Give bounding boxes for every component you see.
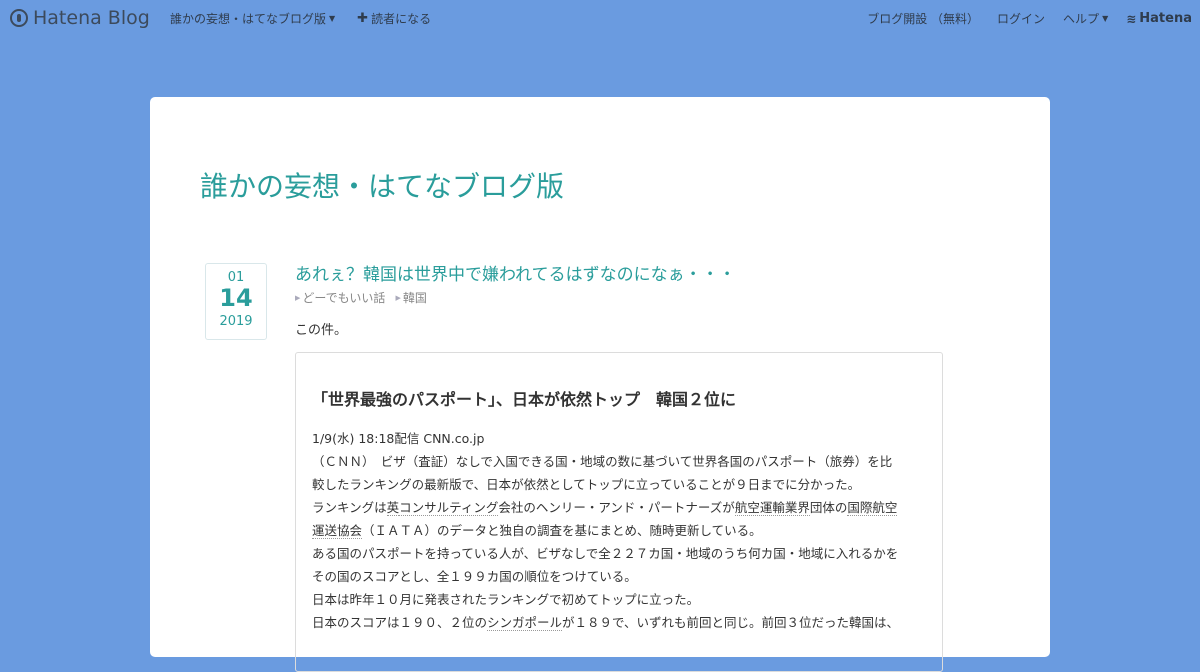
keyword-link[interactable]: コンサルティング	[399, 500, 499, 516]
category-link[interactable]: ▶ 韓国	[395, 289, 426, 306]
blog-content-card: 誰かの妄想・はてなブログ版 01 14 2019 あれぇ？韓国は世界中で嫌われて…	[150, 97, 1050, 672]
login-label: ログイン	[997, 12, 1046, 26]
quote-meta: 1/9(水) 18:18配信 CNN.co.jp	[312, 431, 485, 446]
quote-text: （ＩＡＴＡ）のデータと独自の調査を基にまとめ、随時更新している。	[362, 523, 762, 538]
plus-icon: ✚	[357, 11, 369, 26]
entry-categories: ▶ どーでもいい話 ▶ 韓国	[295, 289, 427, 306]
blog-title[interactable]: 誰かの妄想・はてなブログ版	[200, 165, 564, 205]
quote-line: 日本は昨年１０月に発表されたランキングで初めてトップに立った。	[312, 592, 700, 607]
subscribe-button[interactable]: ✚ 読者になる	[357, 10, 431, 27]
quote-line: 運送協会（ＩＡＴＡ）のデータと独自の調査を基にまとめ、随時更新している。	[312, 519, 926, 542]
entry-date-month: 01	[227, 270, 245, 285]
keyword-link[interactable]: 運送協会	[312, 523, 363, 539]
quote-line: 日本のスコアは１９０、２位のシンガポールが１８９で、いずれも前回と同じ。前回３位…	[312, 611, 926, 634]
open-blog-link[interactable]: ブログ開設 （無料）	[867, 10, 979, 27]
header-nav-left: 誰かの妄想・はてなブログ版 ▼ ✚ 読者になる	[170, 10, 431, 27]
blog-menu-label: 誰かの妄想・はてなブログ版	[170, 12, 327, 26]
quote-text: 団体の	[809, 500, 848, 515]
quote-text: ランキングは	[312, 500, 387, 515]
keyword-link[interactable]: 英	[386, 500, 400, 516]
quote-text: 会社のヘンリー・アンド・パートナーズが	[498, 500, 735, 515]
hatena-mark-icon: ≋	[1126, 11, 1137, 26]
quote-line: ある国のパスポートを持っている人が、ビザなしで全２２７カ国・地域のうち何カ国・地…	[312, 546, 899, 561]
help-dropdown[interactable]: ヘルプ ▼	[1063, 10, 1108, 27]
blockquote: 「世界最強のパスポート」、日本が依然トップ 韓国２位に 1/9(水) 18:18…	[295, 352, 943, 672]
keyword-link[interactable]: 航空運輸業界	[734, 500, 810, 516]
login-link[interactable]: ログイン	[997, 10, 1045, 27]
category-label: どーでもいい話	[302, 291, 386, 305]
keyword-link[interactable]: シンガポール	[487, 615, 563, 631]
caret-down-icon: ▼	[329, 14, 336, 23]
entry-title[interactable]: あれぇ？韓国は世界中で嫌われてるはずなのになぁ・・・	[295, 260, 736, 285]
entry-date[interactable]: 01 14 2019	[205, 263, 267, 340]
entry-date-year: 2019	[219, 314, 253, 329]
header-nav-right: ブログ開設 （無料） ログイン ヘルプ ▼ ≋ Hatena	[867, 10, 1192, 27]
hatena-logo-text: Hatena	[1139, 11, 1192, 26]
quote-line: 較したランキングの最新版で、日本が依然としてトップに立っていることが９日までに分…	[312, 477, 861, 492]
entry-intro: この件。	[295, 323, 348, 338]
category-label: 韓国	[402, 291, 427, 305]
keyword-link[interactable]: 国際航空	[847, 500, 898, 516]
hatena-blog-logo[interactable]: Hatena Blog	[10, 6, 150, 30]
caret-down-icon: ▼	[1102, 14, 1109, 23]
quote-body: （ＣＮＮ） ビザ（査証）なしで入国できる国・地域の数に基づいて世界各国のパスポー…	[312, 450, 926, 634]
entry-date-day: 14	[219, 284, 253, 312]
subscribe-label: 読者になる	[371, 12, 432, 26]
quote-heading: 「世界最強のパスポート」、日本が依然トップ 韓国２位に	[312, 390, 737, 409]
quote-line: その国のスコアとし、全１９９カ国の順位をつけている。	[312, 569, 637, 584]
triangle-right-icon: ▶	[395, 293, 401, 302]
quote-line: （ＣＮＮ） ビザ（査証）なしで入国できる国・地域の数に基づいて世界各国のパスポー…	[312, 454, 893, 469]
triangle-right-icon: ▶	[295, 293, 301, 302]
blog-menu-dropdown[interactable]: 誰かの妄想・はてなブログ版 ▼	[170, 10, 335, 27]
open-blog-label: ブログ開設 （無料）	[867, 12, 980, 26]
brand-name: Hatena Blog	[33, 7, 150, 29]
quote-text: が１８９で、いずれも前回と同じ。前回３位だった韓国は、	[562, 615, 900, 630]
quote-text: 日本のスコアは１９０、２位の	[312, 615, 488, 630]
hatena-logo[interactable]: ≋ Hatena	[1126, 11, 1192, 26]
help-label: ヘルプ	[1063, 12, 1100, 26]
global-header: Hatena Blog 誰かの妄想・はてなブログ版 ▼ ✚ 読者になる ブログ開…	[0, 0, 1200, 36]
hatena-blog-icon	[10, 9, 28, 27]
category-link[interactable]: ▶ どーでもいい話	[295, 289, 385, 306]
quote-line: ランキングは英コンサルティング会社のヘンリー・アンド・パートナーズが航空運輸業界…	[312, 496, 926, 519]
